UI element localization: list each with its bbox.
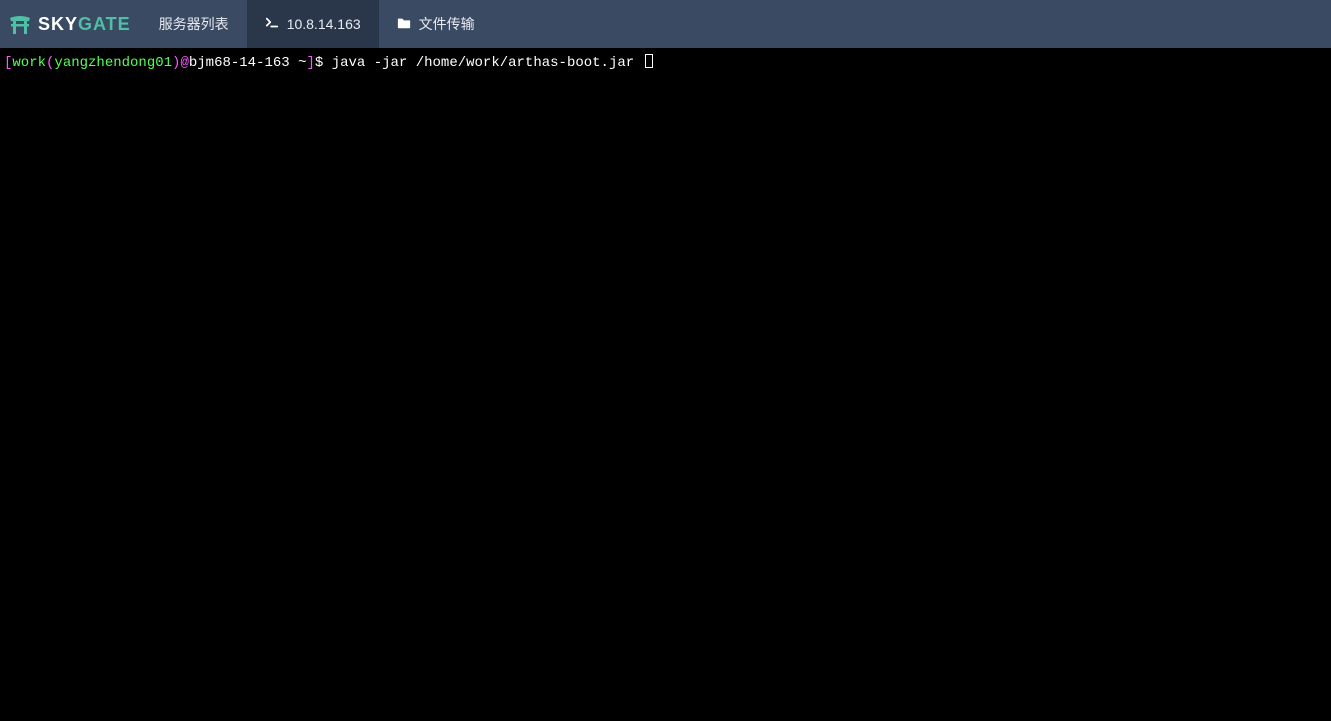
nav-file-transfer[interactable]: 文件传输 xyxy=(379,0,493,48)
prompt-bracket-close: ] xyxy=(306,55,314,71)
app-header: SKYGATE 服务器列表 10.8.14.163 文件传输 xyxy=(0,0,1331,48)
terminal-cursor xyxy=(645,54,653,68)
tab-terminal[interactable]: 10.8.14.163 xyxy=(247,0,379,48)
brand-text: SKYGATE xyxy=(38,14,131,35)
tab-terminal-label: 10.8.14.163 xyxy=(287,16,361,32)
prompt-user: work xyxy=(12,55,46,71)
terminal-icon xyxy=(265,16,279,33)
nav-server-list-label: 服务器列表 xyxy=(159,14,229,34)
terminal-pane[interactable]: [work(yangzhendong01)@bjm68-14-163 ~]$ j… xyxy=(0,48,1331,721)
prompt-subuser: yangzhendong01 xyxy=(54,55,172,71)
prompt-host: bjm68-14-163 ~ xyxy=(189,55,307,71)
prompt-at: @ xyxy=(180,55,188,71)
brand-gate: GATE xyxy=(78,14,131,35)
brand-logo[interactable]: SKYGATE xyxy=(0,0,141,48)
terminal-command: java -jar /home/work/arthas-boot.jar xyxy=(332,55,643,71)
nav-file-transfer-label: 文件传输 xyxy=(419,14,475,34)
torii-icon xyxy=(8,12,32,36)
folder-icon xyxy=(397,16,411,33)
brand-sky: SKY xyxy=(38,14,78,35)
nav-server-list[interactable]: 服务器列表 xyxy=(141,0,247,48)
prompt-dollar: $ xyxy=(315,55,332,71)
